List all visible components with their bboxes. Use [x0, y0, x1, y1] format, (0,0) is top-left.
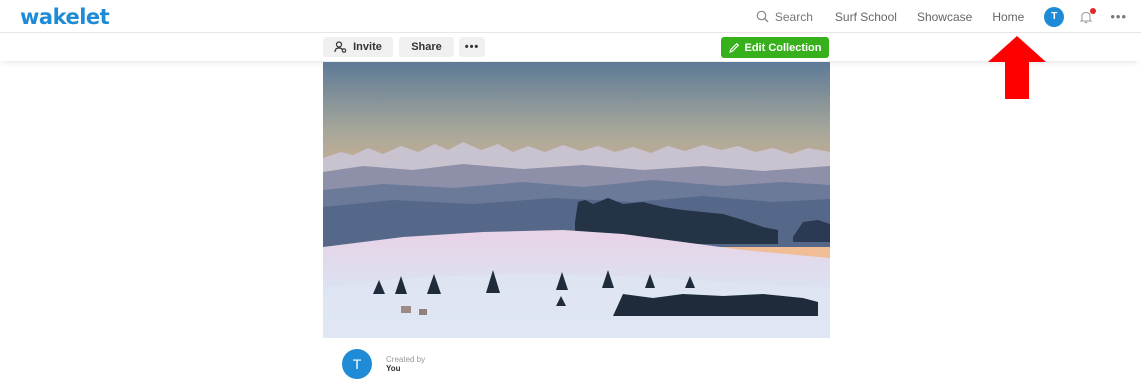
- red-up-arrow-icon: [988, 36, 1046, 99]
- collection-cover-image: [323, 62, 830, 338]
- nav-link-showcase[interactable]: Showcase: [917, 10, 972, 24]
- collection-more-button[interactable]: •••: [459, 37, 485, 57]
- nav-link-surf-school[interactable]: Surf School: [835, 10, 897, 24]
- add-user-icon: [334, 41, 347, 53]
- creator-name[interactable]: You: [386, 364, 425, 373]
- edit-collection-button[interactable]: Edit Collection: [721, 37, 829, 58]
- pencil-icon: [728, 42, 739, 53]
- search-label: Search: [774, 9, 813, 24]
- creator-info: T Created by You: [342, 349, 425, 379]
- nav-link-home[interactable]: Home: [992, 10, 1024, 24]
- page: wakelet Search Surf School Showcase Home…: [0, 0, 1141, 383]
- invite-label: Invite: [353, 41, 382, 53]
- search-button[interactable]: Search: [756, 10, 813, 24]
- creator-avatar[interactable]: T: [342, 349, 372, 379]
- collection-toolbar: Invite Share ••• Edit Collection: [0, 33, 1141, 61]
- invite-button[interactable]: Invite: [323, 37, 393, 57]
- nav-menu: Search Surf School Showcase Home T •••: [756, 0, 1127, 33]
- top-navigation: wakelet Search Surf School Showcase Home…: [0, 0, 1141, 33]
- wakelet-logo[interactable]: wakelet: [20, 5, 110, 29]
- more-options-button[interactable]: •••: [1110, 9, 1127, 24]
- search-icon: [756, 10, 769, 23]
- created-by-label: Created by: [386, 355, 426, 364]
- share-button[interactable]: Share: [399, 37, 454, 57]
- winter-landscape-image: [323, 62, 830, 338]
- creator-text: Created by You: [386, 355, 425, 373]
- notifications-button[interactable]: [1078, 7, 1097, 25]
- user-avatar[interactable]: T: [1044, 6, 1065, 27]
- notification-dot: [1090, 7, 1097, 14]
- edit-collection-label: Edit Collection: [744, 41, 822, 54]
